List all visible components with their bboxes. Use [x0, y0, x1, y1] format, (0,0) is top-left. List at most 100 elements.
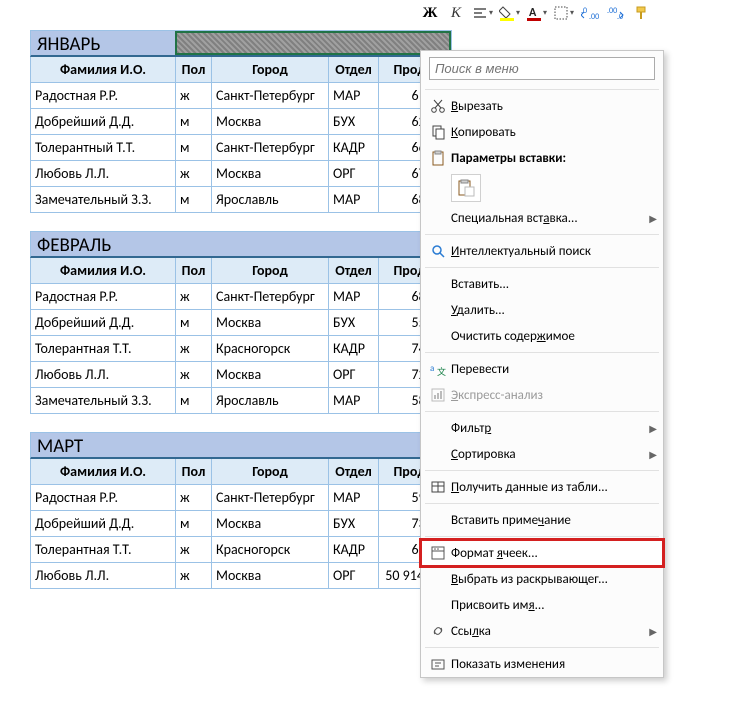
menu-translate[interactable]: а文 Перевести [421, 356, 663, 382]
table-row[interactable]: Любовь Л.Л.жМоскваОРГ72 2 [31, 362, 441, 388]
format-painter-button[interactable] [632, 2, 652, 24]
table-row[interactable]: Радостная Р.Р.жСанкт-ПетербургМАР68 3 [31, 284, 441, 310]
cell-sex[interactable]: ж [176, 485, 212, 511]
cell-city[interactable]: Москва [212, 362, 329, 388]
italic-button[interactable]: К [446, 2, 466, 24]
cell-sex[interactable]: ж [176, 161, 212, 187]
align-button[interactable]: ▾ [472, 2, 493, 24]
table-row[interactable]: Добрейший Д.Д.мМоскваБУХ73 0 [31, 511, 441, 537]
col-header-dept[interactable]: Отдел [329, 459, 379, 485]
cell-city[interactable]: Красногорск [212, 537, 329, 563]
increase-decimal-button[interactable]: .00.0 [606, 2, 626, 24]
cell-sex[interactable]: ж [176, 284, 212, 310]
cell-city[interactable]: Москва [212, 109, 329, 135]
col-header-name[interactable]: Фамилия И.О. [31, 459, 176, 485]
cell-city[interactable]: Москва [212, 511, 329, 537]
cell-sex[interactable]: м [176, 135, 212, 161]
menu-delete[interactable]: Удалить... [421, 297, 663, 323]
cell-sex[interactable]: м [176, 310, 212, 336]
cell-name[interactable]: Любовь Л.Л. [31, 563, 176, 589]
menu-cut[interactable]: Вырезать [421, 93, 663, 119]
cell-name[interactable]: Толерантная Т.Т. [31, 336, 176, 362]
menu-link[interactable]: Ссылка ▶ [421, 618, 663, 644]
cell-dept[interactable]: БУХ [329, 511, 379, 537]
cell-sex[interactable]: м [176, 511, 212, 537]
cell-dept[interactable]: КАДР [329, 135, 379, 161]
cell-name[interactable]: Замечательный З.З. [31, 388, 176, 414]
menu-get-data[interactable]: Получить данные из табли... [421, 474, 663, 500]
cell-dept[interactable]: МАР [329, 187, 379, 213]
cell-name[interactable]: Толерантный Т.Т. [31, 135, 176, 161]
col-header-city[interactable]: Город [212, 57, 329, 83]
cell-sex[interactable]: ж [176, 537, 212, 563]
menu-sort[interactable]: Сортировка ▶ [421, 441, 663, 467]
col-header-sex[interactable]: Пол [176, 258, 212, 284]
menu-paste-special[interactable]: Специальная вставка... ▶ [421, 205, 663, 231]
cell-dept[interactable]: МАР [329, 284, 379, 310]
cell-name[interactable]: Любовь Л.Л. [31, 161, 176, 187]
cell-sex[interactable]: ж [176, 362, 212, 388]
table-row[interactable]: Толерантный Т.Т.мСанкт-ПетербургКАДР66 0 [31, 135, 441, 161]
month-title[interactable]: ФЕВРАЛЬ [30, 231, 452, 258]
menu-insert-comment[interactable]: Вставить примечание [421, 507, 663, 533]
cell-city[interactable]: Москва [212, 310, 329, 336]
cell-city[interactable]: Москва [212, 161, 329, 187]
cell-sex[interactable]: ж [176, 563, 212, 589]
menu-show-changes[interactable]: Показать изменения [421, 651, 663, 677]
table-row[interactable]: Добрейший Д.Д.мМоскваБУХ62 9 [31, 109, 441, 135]
cell-name[interactable]: Добрейший Д.Д. [31, 511, 176, 537]
cell-city[interactable]: Санкт-Петербург [212, 83, 329, 109]
cell-sex[interactable]: м [176, 388, 212, 414]
cell-name[interactable]: Добрейший Д.Д. [31, 310, 176, 336]
cell-city[interactable]: Ярославль [212, 388, 329, 414]
table-row[interactable]: Радостная Р.Р.жСанкт-ПетербургМАР59 6 [31, 485, 441, 511]
cell-sex[interactable]: м [176, 187, 212, 213]
paste-option-default[interactable] [451, 174, 481, 202]
col-header-city[interactable]: Город [212, 258, 329, 284]
cell-dept[interactable]: ОРГ [329, 362, 379, 388]
menu-clear-contents[interactable]: Очистить содержимое [421, 323, 663, 349]
menu-copy[interactable]: Копировать [421, 119, 663, 145]
table-row[interactable]: Любовь Л.Л.жМоскваОРГ67 2 [31, 161, 441, 187]
cell-name[interactable]: Толерантная Т.Т. [31, 537, 176, 563]
table-row[interactable]: Замечательный З.З.мЯрославльМАР68 1 [31, 187, 441, 213]
menu-smart-lookup[interactable]: Интеллектуальный поиск [421, 238, 663, 264]
table-row[interactable]: Добрейший Д.Д.мМоскваБУХ55 9 [31, 310, 441, 336]
table-row[interactable]: Радостная Р.Р.жСанкт-ПетербургМАР61 3 [31, 83, 441, 109]
month-title[interactable]: МАРТ [30, 432, 452, 459]
col-header-sex[interactable]: Пол [176, 459, 212, 485]
menu-pick-from-list[interactable]: Выбрать из раскрывающег... [421, 566, 663, 592]
cell-name[interactable]: Любовь Л.Л. [31, 362, 176, 388]
font-color-button[interactable]: A▾ [526, 2, 547, 24]
cell-dept[interactable]: МАР [329, 485, 379, 511]
col-header-name[interactable]: Фамилия И.О. [31, 258, 176, 284]
cell-dept[interactable]: МАР [329, 388, 379, 414]
table-row[interactable]: Замечательный З.З.мЯрославльМАР58 5 [31, 388, 441, 414]
col-header-dept[interactable]: Отдел [329, 258, 379, 284]
col-header-name[interactable]: Фамилия И.О. [31, 57, 176, 83]
cell-city[interactable]: Москва [212, 563, 329, 589]
cell-sex[interactable]: м [176, 109, 212, 135]
cell-name[interactable]: Радостная Р.Р. [31, 485, 176, 511]
cell-dept[interactable]: КАДР [329, 537, 379, 563]
cell-dept[interactable]: БУХ [329, 109, 379, 135]
cell-name[interactable]: Радостная Р.Р. [31, 284, 176, 310]
cell-dept[interactable]: ОРГ [329, 161, 379, 187]
cell-name[interactable]: Замечательный З.З. [31, 187, 176, 213]
col-header-sex[interactable]: Пол [176, 57, 212, 83]
menu-search-input[interactable] [429, 57, 655, 80]
bold-button[interactable]: Ж [420, 2, 440, 24]
cell-name[interactable]: Радостная Р.Р. [31, 83, 176, 109]
cell-city[interactable]: Санкт-Петербург [212, 284, 329, 310]
cell-dept[interactable]: БУХ [329, 310, 379, 336]
cell-city[interactable]: Санкт-Петербург [212, 485, 329, 511]
col-header-dept[interactable]: Отдел [329, 57, 379, 83]
cell-dept[interactable]: КАДР [329, 336, 379, 362]
table-row[interactable]: Толерантная Т.Т.жКрасногорскКАДР66 0 [31, 537, 441, 563]
fill-color-button[interactable]: ▾ [499, 2, 520, 24]
menu-define-name[interactable]: Присвоить имя... [421, 592, 663, 618]
table-row[interactable]: Толерантная Т.Т.жКрасногорскКАДР74 0 [31, 336, 441, 362]
cell-city[interactable]: Санкт-Петербург [212, 135, 329, 161]
month-title[interactable]: ЯНВАРЬ [30, 30, 452, 57]
cell-city[interactable]: Ярославль [212, 187, 329, 213]
